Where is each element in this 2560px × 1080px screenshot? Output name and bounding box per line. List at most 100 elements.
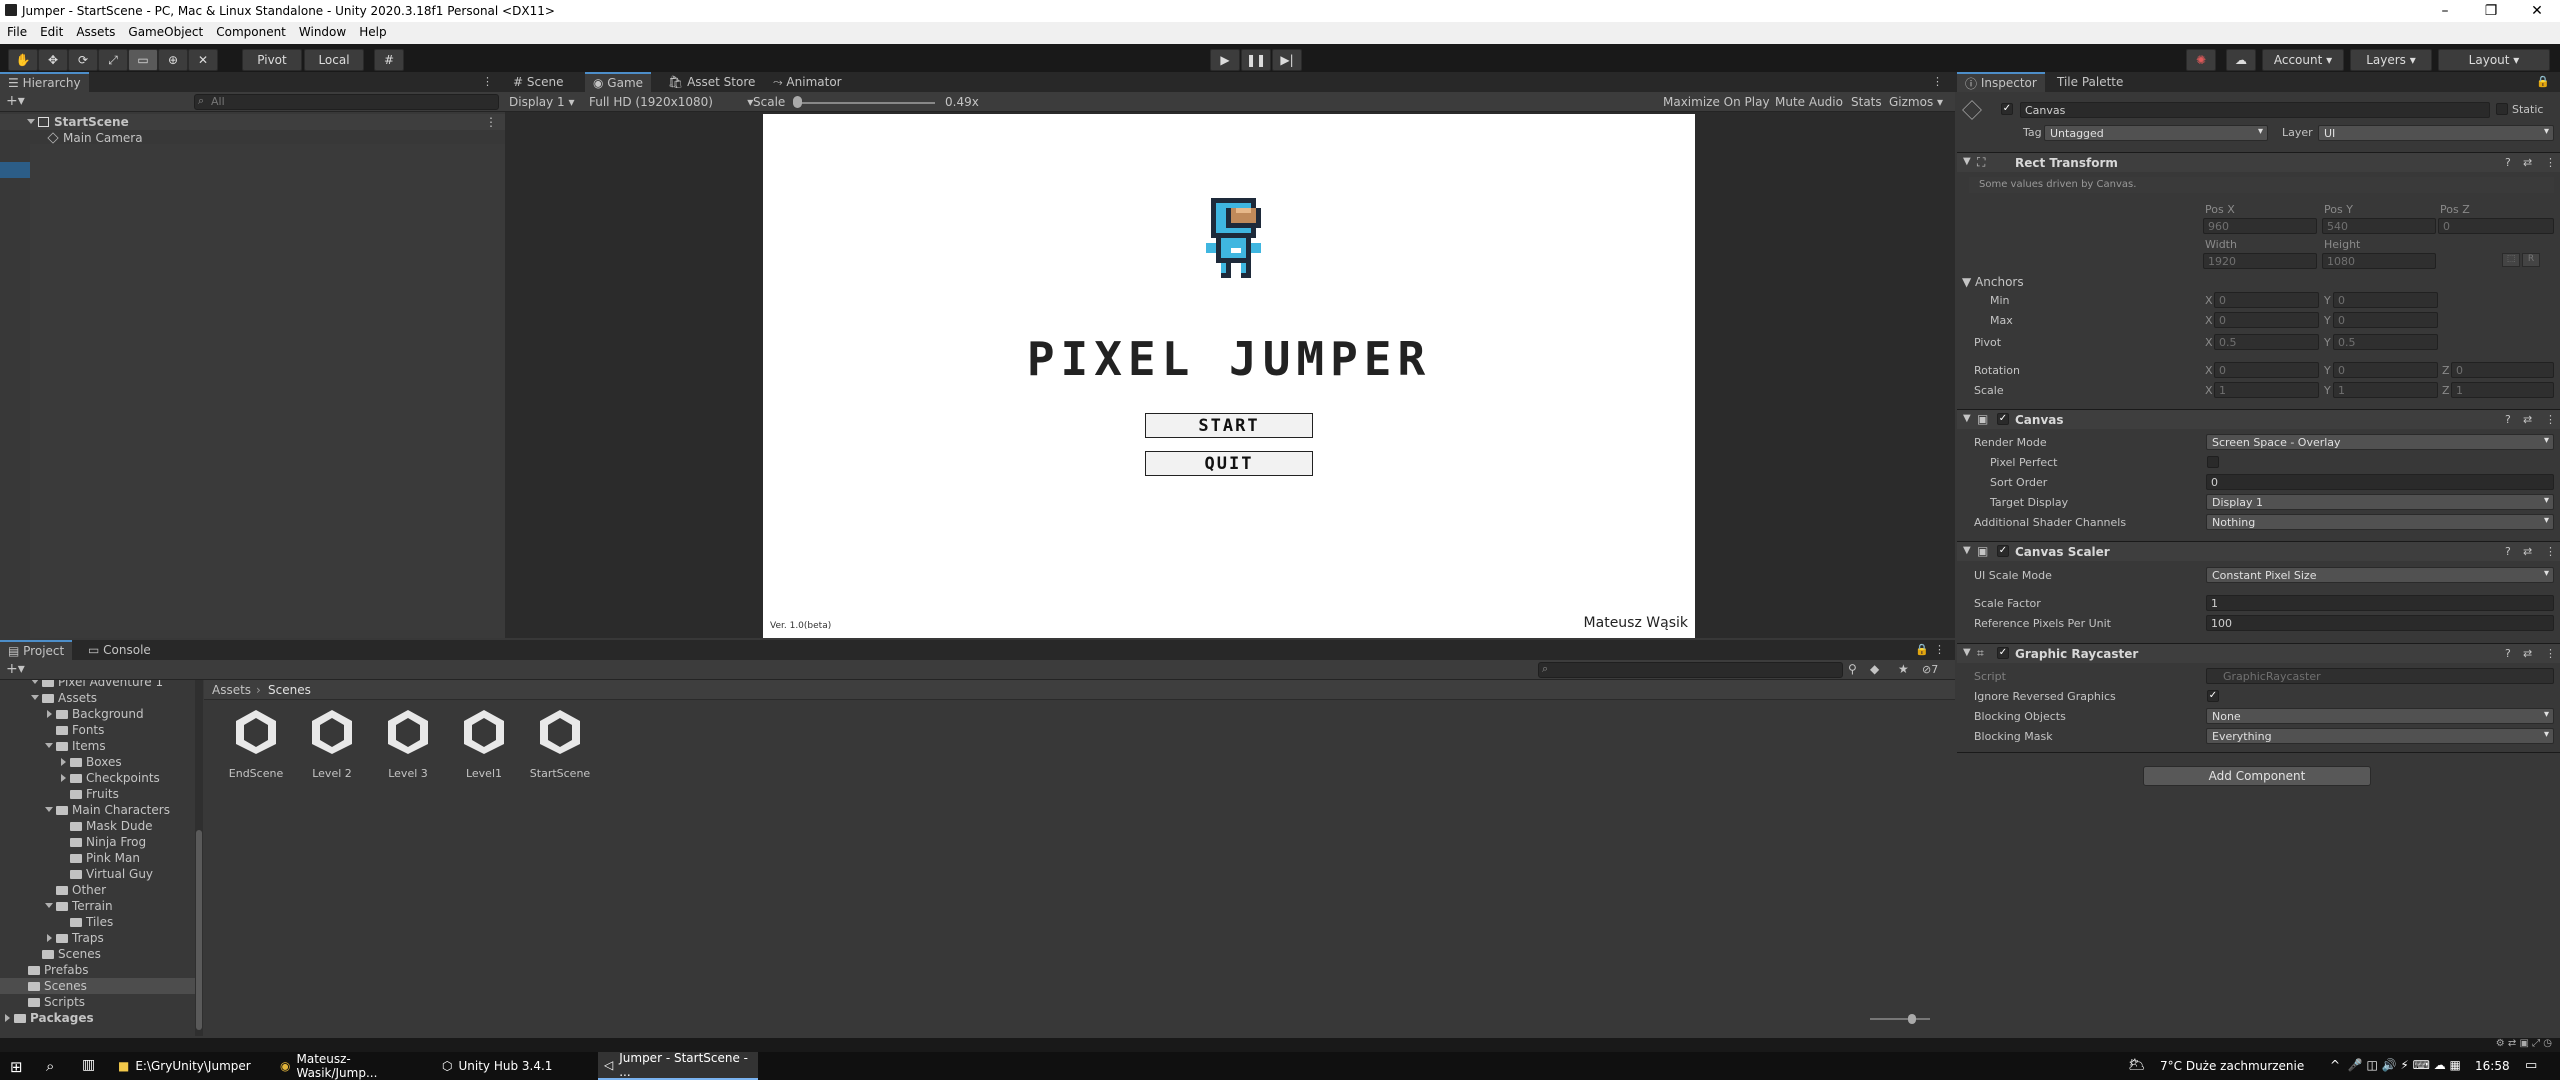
render-mode-dropdown[interactable]: Screen Space - Overlay [2206,434,2554,450]
tab-scene[interactable]: # Scene [505,72,571,92]
rot-y-field[interactable]: 0 [2333,362,2438,378]
target-display-dropdown[interactable]: Display 1 [2206,494,2554,510]
ignore-reversed-checkbox[interactable]: ✓ [2207,690,2219,702]
canvas-scaler-header[interactable]: ▼ ▣ ✓ Canvas Scaler ? ⇄ ⋮ [1957,541,2560,561]
weather-text[interactable]: 7°C Duże zachmurzenie [2160,1059,2304,1073]
tree-scrollbar-thumb[interactable] [196,830,202,1030]
project-search-input[interactable] [1538,662,1843,678]
project-folder-item[interactable]: Main Characters [0,802,195,818]
stats-toggle[interactable]: Stats [1851,95,1882,109]
min-x-field[interactable]: 0 [2214,292,2319,308]
layers-dropdown[interactable]: Layers ▾ [2350,49,2432,71]
breadcrumb-assets[interactable]: Assets [212,683,251,697]
panel-menu-icon[interactable]: ⋮ [482,75,493,88]
task-view-icon[interactable]: ▥ [82,1057,95,1073]
preset-icon[interactable]: ⇄ [2523,156,2532,169]
create-add-icon[interactable]: +▾ [6,661,25,677]
active-checkbox[interactable]: ✓ [2001,103,2013,115]
add-component-button[interactable]: Add Component [2143,766,2371,786]
project-folder-item[interactable]: Boxes [0,754,195,770]
lock-icon[interactable]: 🔒 [1915,643,1929,656]
menu-assets[interactable]: Assets [69,22,121,39]
posy-field[interactable]: 540 [2322,218,2436,234]
scale-factor-field[interactable]: 1 [2206,595,2554,611]
scale-slider-thumb[interactable] [793,96,802,108]
blueprint-mode-icon[interactable]: ⬚ [2502,253,2520,267]
task-chrome[interactable]: ◉ Mateusz-Wasik/Jump... [274,1052,434,1080]
context-menu-icon[interactable]: ⋮ [2545,156,2556,169]
play-icon[interactable]: ▶ [1210,49,1240,71]
rotate-tool-icon[interactable]: ⟳ [68,49,98,71]
project-folder-item[interactable]: Background [0,706,195,722]
quit-button[interactable]: QUIT [1145,451,1313,476]
menu-gameobject[interactable]: GameObject [121,22,209,39]
mute-audio-toggle[interactable]: Mute Audio [1775,95,1843,109]
ui-scale-mode-dropdown[interactable]: Constant Pixel Size [2206,567,2554,583]
foldout-arrow-icon[interactable] [47,710,52,718]
local-toggle[interactable]: Local [304,49,364,71]
foldout-arrow-icon[interactable] [61,774,66,782]
preset-icon[interactable]: ⇄ [2523,413,2532,426]
project-folder-item[interactable]: Mask Dude [0,818,195,834]
minimize-icon[interactable]: – [2422,0,2468,22]
hand-tool-icon[interactable]: ✋ [8,49,38,71]
breadcrumb-scenes[interactable]: Scenes [268,683,311,697]
search-by-label-icon[interactable]: ◆ [1870,662,1879,676]
search-by-type-icon[interactable]: ⚲ [1848,662,1857,676]
shader-channels-dropdown[interactable]: Nothing [2206,514,2554,530]
layout-dropdown[interactable]: Layout ▾ [2438,49,2550,71]
scene-asset[interactable]: Level 2 [292,706,372,780]
scale-tool-icon[interactable]: ⤢ [98,49,128,71]
hierarchy-scene-row[interactable]: StartScene ⋮ [0,114,505,130]
scene-asset[interactable]: EndScene [216,706,296,780]
scale-slider-track[interactable] [793,102,935,104]
project-folder-item[interactable]: Scenes [0,978,195,994]
tree-scrollbar[interactable] [195,680,203,1036]
graphic-raycaster-header[interactable]: ▼ ⌗ ✓ Graphic Raycaster ? ⇄ ⋮ [1957,643,2560,663]
raycaster-enabled-checkbox[interactable]: ✓ [1997,647,2009,659]
tray-icons[interactable]: ^ 🎤 ◫ 🔊 ⚡ ⌨ ☁ ▦ [2330,1058,2461,1072]
foldout-arrow-icon[interactable] [45,743,53,748]
project-folder-item[interactable]: Tiles [0,914,195,930]
hierarchy-search-input[interactable]: All [194,94,499,110]
help-icon[interactable]: ? [2505,545,2511,558]
tab-tile-palette[interactable]: Tile Palette [2049,72,2131,92]
help-icon[interactable]: ? [2505,413,2511,426]
context-menu-icon[interactable]: ⋮ [2545,413,2556,426]
favorite-icon[interactable]: ★ [1898,662,1909,676]
maximize-on-play-toggle[interactable]: Maximize On Play [1663,95,1770,109]
account-dropdown[interactable]: Account ▾ [2262,49,2344,71]
sc-z-field[interactable]: 1 [2451,382,2554,398]
hidden-packages-icon[interactable]: ⊘7 [1922,663,1938,676]
tab-console[interactable]: ▭ Console [80,640,159,660]
pivot-toggle[interactable]: Pivot [242,49,302,71]
grid-snap-icon[interactable]: # [374,49,404,71]
game-render-area[interactable]: PIXEL JUMPER START QUIT Ver. 1.0(beta) M… [763,114,1695,638]
project-folder-item[interactable]: Scripts [0,994,195,1010]
task-explorer[interactable]: ■ E:\GryUnity\Jumper [112,1052,272,1080]
icon-size-slider-thumb[interactable] [1908,1014,1916,1024]
rect-tool-icon[interactable]: ▭ [128,49,158,71]
custom-tool-icon[interactable]: ✕ [188,49,218,71]
foldout-arrow-icon[interactable] [5,1014,10,1022]
tab-hierarchy[interactable]: ☰ Hierarchy [0,72,89,92]
display-dropdown[interactable]: Display 1 ▾ [509,95,575,109]
rot-x-field[interactable]: 0 [2214,362,2319,378]
menu-help[interactable]: Help [352,22,392,39]
project-folder-item[interactable]: Scenes [0,946,195,962]
foldout-arrow-icon[interactable] [31,695,39,700]
project-folder-item[interactable]: Prefabs [0,962,195,978]
panel-menu-icon[interactable]: ⋮ [1932,75,1943,88]
pixel-perfect-checkbox[interactable] [2207,456,2219,468]
project-folder-item[interactable]: Other [0,882,195,898]
start-button[interactable]: START [1145,413,1313,438]
step-icon[interactable]: ▶| [1272,49,1302,71]
task-unity-editor[interactable]: ◁ Jumper - StartScene - ... [598,1051,758,1080]
project-folder-item[interactable]: Virtual Guy [0,866,195,882]
pivot-x-field[interactable]: 0.5 [2214,334,2319,350]
tag-dropdown[interactable]: Untagged [2044,125,2268,141]
preset-icon[interactable]: ⇄ [2523,647,2532,660]
transform-tool-icon[interactable]: ⊕ [158,49,188,71]
sc-x-field[interactable]: 1 [2214,382,2319,398]
pause-icon[interactable]: ❚❚ [1241,49,1271,71]
